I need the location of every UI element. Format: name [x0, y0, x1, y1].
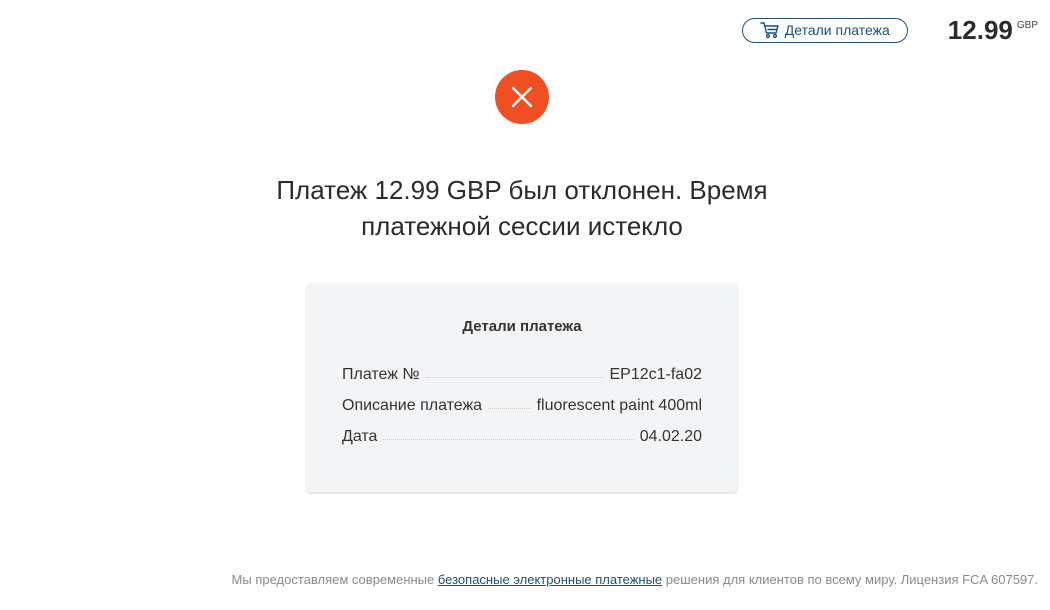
- detail-row-description: Описание платежа fluorescent paint 400ml: [342, 397, 702, 428]
- detail-row-payment-number: Платеж № EP12c1-fa02: [342, 366, 702, 397]
- status-title-line2: платежной сессии истекло: [361, 211, 683, 241]
- detail-label: Описание платежа: [342, 397, 483, 414]
- detail-value: EP12c1-fa02: [609, 366, 702, 383]
- footer-link[interactable]: безопасные электронные платежные: [438, 572, 662, 587]
- detail-value: 04.02.20: [639, 428, 702, 445]
- close-icon: [511, 86, 533, 108]
- error-status-icon: [495, 70, 549, 124]
- amount-currency: GBP: [1016, 20, 1038, 31]
- footer: Мы предоставляем современные безопасные …: [232, 572, 1038, 587]
- status-title: Платеж 12.99 GBP был отклонен. Время пла…: [225, 172, 819, 244]
- footer-text-before: Мы предоставляем современные: [231, 572, 438, 587]
- dotted-leader: [425, 377, 604, 378]
- dotted-leader: [383, 439, 634, 440]
- payment-details-button-label: Детали платежа: [784, 22, 890, 38]
- detail-value: fluorescent paint 400ml: [536, 397, 702, 414]
- detail-label: Платеж №: [342, 366, 420, 383]
- detail-row-date: Дата 04.02.20: [342, 428, 702, 459]
- payment-details-button[interactable]: Детали платежа: [741, 17, 908, 43]
- footer-text-after: решения для клиентов по всему миру. Лице…: [662, 572, 1038, 587]
- detail-label: Дата: [342, 428, 378, 445]
- header: Детали платежа 12.99 GBP: [741, 14, 1038, 46]
- payment-details-card: Детали платежа Платеж № EP12c1-fa02 Опис…: [307, 284, 737, 492]
- header-amount: 12.99 GBP: [948, 14, 1038, 46]
- detail-rows: Платеж № EP12c1-fa02 Описание платежа fl…: [342, 366, 702, 459]
- card-title: Детали платежа: [462, 318, 582, 335]
- amount-value: 12.99: [947, 15, 1013, 45]
- cart-icon: [760, 21, 780, 39]
- dotted-leader: [488, 408, 531, 409]
- status-title-line1: Платеж 12.99 GBP был отклонен. Время: [276, 175, 768, 205]
